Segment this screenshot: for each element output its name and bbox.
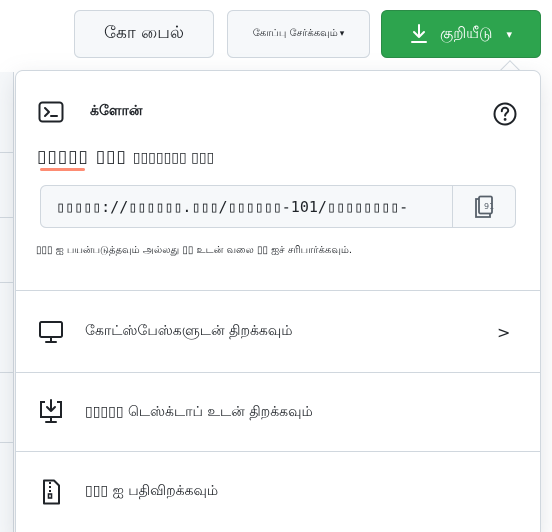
help-icon[interactable] bbox=[493, 102, 517, 126]
clone-hint: ▯▯▯ ஐ பயன்படுத்தவும் அல்லது ▯▯ உடன் வலை … bbox=[36, 245, 353, 256]
download-zip[interactable]: ▯▯▯ ஐ பதிவிறக்கவும் bbox=[16, 453, 540, 531]
background-file-list bbox=[0, 72, 14, 532]
open-with-desktop[interactable]: ▯▯▯▯▯ டெஸ்க்டாப் உடன் திறக்கவும் bbox=[16, 374, 540, 452]
divider bbox=[16, 290, 540, 291]
divider bbox=[16, 372, 540, 373]
open-with-codespaces[interactable]: கோட்ஸ்பேஸ்களுடன் திறக்கவும் > bbox=[16, 293, 540, 371]
clone-popover: க்ளோன் ▯▯▯▯▯ ▯▯▯ ▯▯▯▯▯▯▯ ▯▯▯ ▯▯▯▯▯://▯▯▯… bbox=[15, 70, 541, 532]
add-file-button[interactable]: கோப்பு சேர்க்கவும் ▾ bbox=[227, 10, 370, 58]
tab-cli[interactable]: ▯▯▯▯▯▯▯ ▯▯▯ bbox=[133, 150, 215, 166]
monitor-icon bbox=[39, 321, 63, 343]
code-view-button[interactable]: கோ பைல் bbox=[74, 10, 214, 58]
download-zip-label: ▯▯▯ ஐ பதிவிறக்கவும் bbox=[85, 483, 219, 499]
open-with-desktop-label: ▯▯▯▯▯ டெஸ்க்டாப் உடன் திறக்கவும் bbox=[85, 404, 313, 420]
clone-url-field: ▯▯▯▯▯://▯▯▯▯▯▯.▯▯▯/▯▯▯▯▯▯-101/▯▯▯▯▯▯▯▯- … bbox=[40, 185, 516, 228]
copy-url-button[interactable]: 91 bbox=[453, 186, 515, 227]
code-view-label: கோ பைல் bbox=[103, 23, 185, 43]
tab-https[interactable]: ▯▯▯▯▯ ▯▯▯ bbox=[37, 147, 127, 167]
desktop-download-icon bbox=[40, 399, 62, 423]
code-download-button[interactable]: குறியீடு ▾ bbox=[381, 10, 541, 58]
copy-icon: 91 bbox=[475, 195, 494, 218]
chevron-right-icon: > bbox=[497, 322, 511, 342]
clone-title: க்ளோன் bbox=[90, 103, 143, 119]
terminal-icon bbox=[38, 101, 64, 123]
download-icon bbox=[411, 24, 428, 43]
open-with-codespaces-label: கோட்ஸ்பேஸ்களுடன் திறக்கவும் bbox=[85, 323, 293, 339]
file-zip-icon bbox=[43, 479, 60, 505]
copy-icon-badge: 91 bbox=[484, 202, 494, 211]
clone-tabs: ▯▯▯▯▯ ▯▯▯ ▯▯▯▯▯▯▯ ▯▯▯ bbox=[37, 147, 214, 167]
code-download-label: குறியீடு bbox=[440, 24, 493, 42]
divider bbox=[16, 451, 540, 452]
add-file-caret-icon: ▾ bbox=[339, 29, 345, 39]
chevron-down-icon: ▾ bbox=[506, 27, 512, 41]
add-file-label: கோப்பு சேர்க்கவும் bbox=[252, 28, 338, 39]
clone-url-input[interactable]: ▯▯▯▯▯://▯▯▯▯▯▯.▯▯▯/▯▯▯▯▯▯-101/▯▯▯▯▯▯▯▯- bbox=[41, 186, 453, 227]
clone-header: க்ளோன் bbox=[38, 101, 142, 123]
active-tab-underline bbox=[40, 168, 85, 171]
